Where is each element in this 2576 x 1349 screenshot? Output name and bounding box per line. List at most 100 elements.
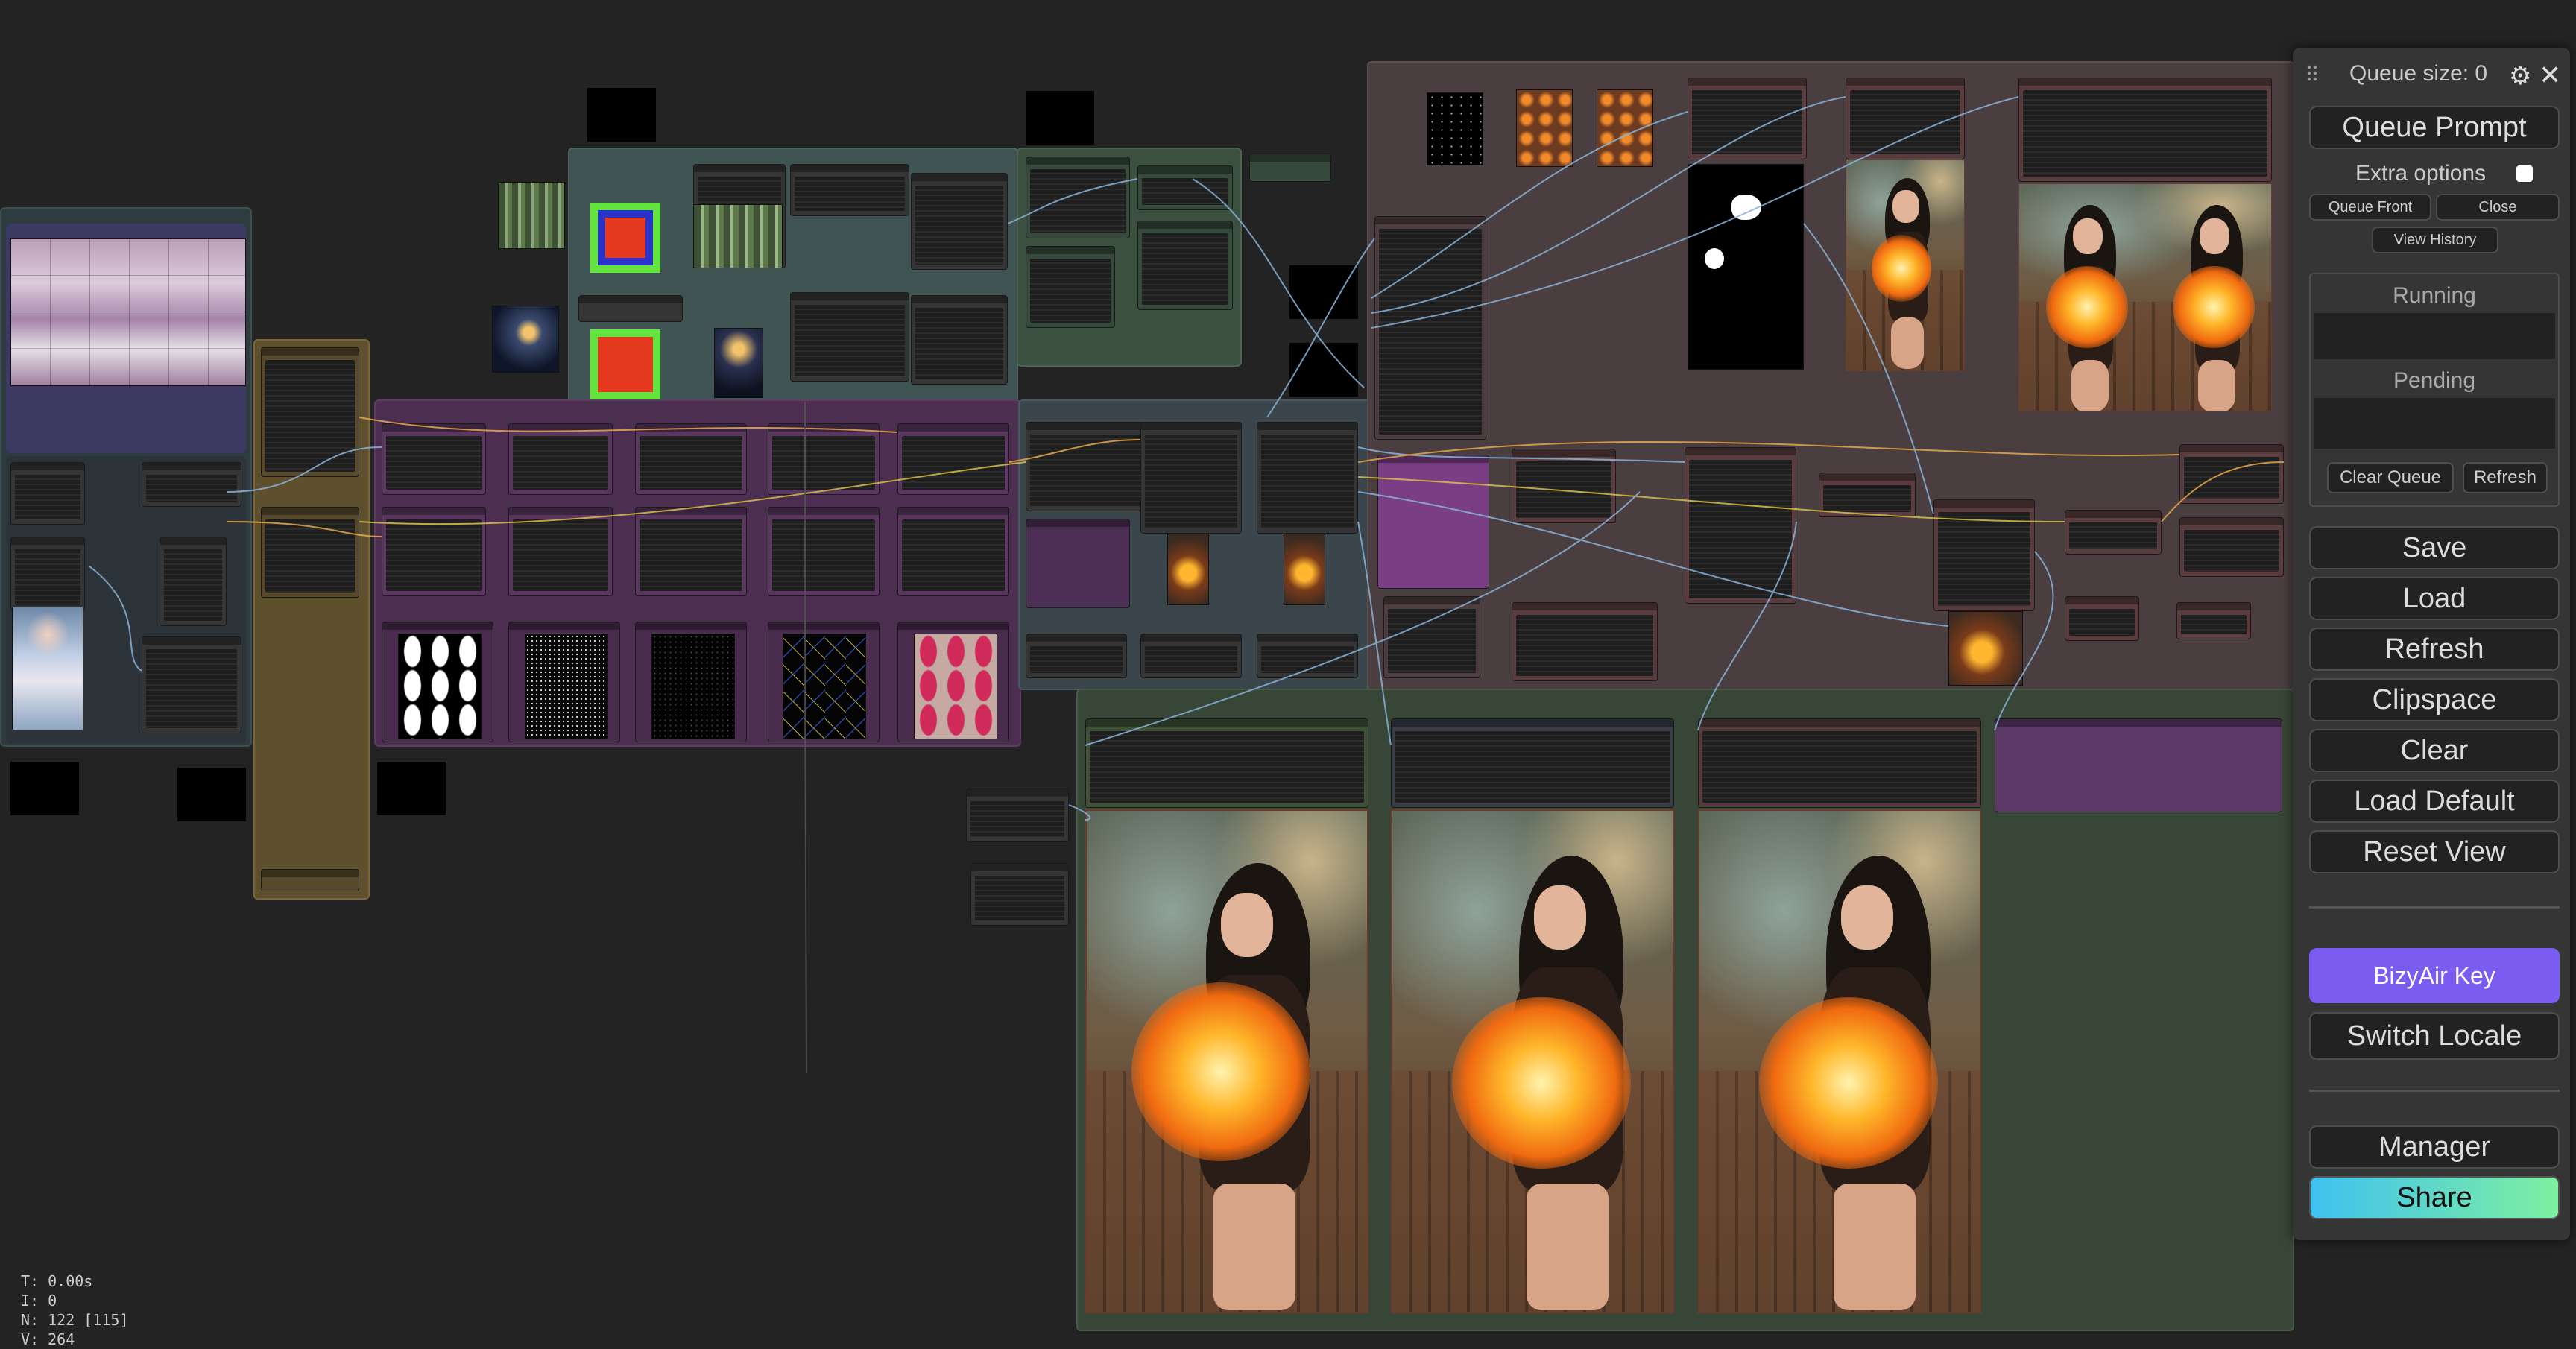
graph-node[interactable]	[2176, 602, 2251, 639]
bizyair-key-button[interactable]: BizyAir Key	[2309, 948, 2560, 1003]
menu-divider	[2309, 1090, 2560, 1092]
clipspace-button[interactable]: Clipspace	[2309, 678, 2560, 721]
graph-node[interactable]	[1846, 78, 1965, 159]
graph-node[interactable]	[1140, 422, 1242, 534]
graph-node[interactable]	[1933, 499, 2035, 611]
graph-node[interactable]	[1026, 519, 1130, 608]
stat-nodes: N: 122 [115]	[21, 1311, 129, 1329]
output-image-1	[1085, 809, 1368, 1313]
graph-node[interactable]	[142, 462, 242, 507]
lineart-preview	[525, 634, 608, 739]
graph-node[interactable]	[382, 507, 486, 596]
graph-node[interactable]	[790, 292, 909, 382]
graph-node[interactable]	[1819, 473, 1916, 517]
segmentation-preview	[914, 634, 997, 739]
load-button[interactable]: Load	[2309, 577, 2560, 620]
graph-node[interactable]	[10, 462, 85, 525]
graph-node[interactable]	[970, 863, 1069, 926]
graph-node[interactable]	[1685, 447, 1796, 604]
graph-node[interactable]	[635, 423, 747, 495]
running-label: Running	[2393, 283, 2476, 308]
graph-node[interactable]	[160, 537, 227, 626]
extra-options-label: Extra options	[2355, 161, 2487, 186]
menu-divider	[2309, 906, 2560, 909]
mask-preview-red	[590, 329, 660, 399]
close-queue-button[interactable]: Close	[2436, 194, 2560, 221]
graph-node[interactable]	[2018, 78, 2272, 182]
comfy-menu: Queue size: 0 ⚙ ✕ Queue Prompt Extra opt…	[2293, 48, 2570, 1240]
graph-node[interactable]	[966, 789, 1069, 842]
graph-node[interactable]	[1026, 422, 1145, 511]
graph-node[interactable]	[911, 295, 1008, 385]
close-icon[interactable]: ✕	[2539, 60, 2561, 91]
graph-node[interactable]	[911, 173, 1008, 270]
graph-node[interactable]	[1137, 165, 1233, 210]
pose-mask-preview	[398, 634, 482, 739]
face-mask-preview	[1688, 164, 1804, 370]
view-history-button[interactable]: View History	[2372, 227, 2498, 253]
save-button[interactable]: Save	[2309, 526, 2560, 569]
empty-preview	[1289, 343, 1358, 397]
clear-button[interactable]: Clear	[2309, 729, 2560, 772]
reset-view-button[interactable]: Reset View	[2309, 830, 2560, 873]
refresh-queue-button[interactable]: Refresh	[2463, 462, 2548, 493]
graph-node[interactable]	[1512, 602, 1658, 681]
graph-node[interactable]	[1257, 634, 1358, 678]
graph-node[interactable]	[382, 423, 486, 495]
openpose-preview	[783, 634, 866, 739]
graph-node[interactable]	[1140, 634, 1242, 678]
forest-thumbnail	[693, 204, 783, 268]
graph-node[interactable]	[261, 347, 359, 477]
graph-node[interactable]	[261, 869, 359, 891]
graph-node[interactable]	[2179, 517, 2284, 577]
graph-node[interactable]	[1698, 718, 1981, 808]
graph-node[interactable]	[2065, 510, 2162, 555]
graph-node[interactable]	[578, 295, 683, 322]
graph-node[interactable]	[261, 507, 359, 598]
share-button[interactable]: Share	[2309, 1176, 2560, 1219]
graph-node[interactable]	[768, 423, 880, 495]
graph-node[interactable]	[1374, 216, 1486, 440]
graph-node[interactable]	[768, 507, 880, 596]
graph-node[interactable]	[1383, 596, 1480, 678]
graph-canvas[interactable]	[0, 0, 2576, 1342]
graph-node[interactable]	[1137, 221, 1233, 310]
graph-node[interactable]	[1026, 246, 1115, 328]
graph-node[interactable]	[508, 423, 613, 495]
image-preview	[1167, 534, 1209, 605]
graph-node[interactable]	[2179, 444, 2284, 504]
graph-node[interactable]	[1512, 449, 1616, 523]
graph-node[interactable]	[1688, 78, 1807, 159]
queue-prompt-button[interactable]: Queue Prompt	[2309, 106, 2560, 149]
graph-node[interactable]	[635, 507, 747, 596]
clear-queue-button[interactable]: Clear Queue	[2327, 462, 2454, 493]
graph-node[interactable]	[897, 507, 1009, 596]
graph-node[interactable]	[897, 423, 1009, 495]
graph-node[interactable]	[1391, 718, 1674, 808]
graph-node[interactable]	[1026, 634, 1127, 678]
graph-node[interactable]	[2065, 596, 2139, 641]
graph-node[interactable]	[790, 164, 909, 216]
graph-node[interactable]	[142, 636, 242, 733]
extra-options-checkbox[interactable]	[2516, 165, 2533, 182]
empty-preview	[1026, 91, 1094, 145]
graph-node[interactable]	[1249, 154, 1331, 182]
drag-handle-icon[interactable]	[2306, 64, 2318, 83]
load-default-button[interactable]: Load Default	[2309, 780, 2560, 823]
graph-node[interactable]	[1026, 157, 1130, 238]
refresh-button[interactable]: Refresh	[2309, 628, 2560, 671]
stat-time: T: 0.00s	[21, 1272, 93, 1290]
manager-button[interactable]: Manager	[2309, 1125, 2560, 1169]
graph-node[interactable]	[1377, 455, 1489, 589]
graph-node[interactable]	[1257, 422, 1358, 534]
graph-node[interactable]	[1995, 718, 2282, 812]
graph-node[interactable]	[1085, 718, 1368, 808]
gear-icon[interactable]: ⚙	[2509, 61, 2531, 91]
comparison-preview	[2018, 183, 2272, 411]
queue-front-button[interactable]: Queue Front	[2309, 194, 2431, 221]
graph-node[interactable]	[10, 537, 85, 611]
render-stats: T: 0.00s I: 0 N: 122 [115] V: 264	[21, 1271, 129, 1349]
empty-preview	[10, 762, 79, 815]
switch-locale-button[interactable]: Switch Locale	[2309, 1012, 2560, 1060]
graph-node[interactable]	[508, 507, 613, 596]
